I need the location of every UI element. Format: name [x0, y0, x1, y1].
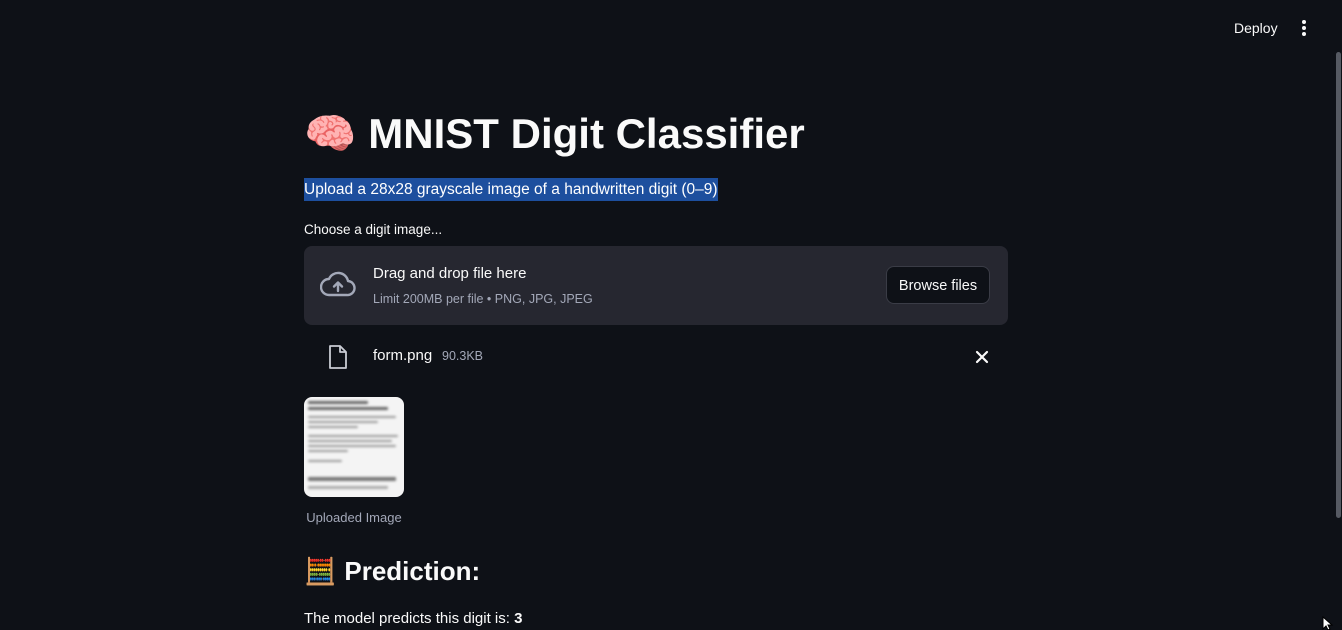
page-title-text: MNIST Digit Classifier: [368, 110, 805, 157]
cloud-upload-icon: [320, 271, 356, 297]
prediction-heading: 🧮 Prediction:: [304, 556, 480, 587]
prediction-heading-text: Prediction:: [344, 556, 481, 586]
uploaded-file-size: 90.3KB: [442, 349, 484, 363]
main-content: 🧠 MNIST Digit Classifier Upload a 28x28 …: [304, 0, 1008, 630]
scrollbar-thumb[interactable]: [1336, 52, 1341, 518]
uploaded-file-row: form.png 90.3KB: [304, 337, 1008, 377]
page-subtitle: Upload a 28x28 grayscale image of a hand…: [304, 178, 718, 201]
dropzone-limit-text: Limit 200MB per file • PNG, JPG, JPEG: [373, 292, 593, 306]
more-vertical-icon: [1302, 20, 1306, 36]
prediction-result-label: The model predicts this digit is:: [304, 610, 515, 627]
brain-emoji: 🧠: [304, 110, 357, 157]
deploy-button[interactable]: Deploy: [1222, 14, 1290, 42]
page-title: 🧠 MNIST Digit Classifier: [304, 108, 805, 160]
close-icon: [975, 350, 989, 364]
abacus-emoji: 🧮: [304, 556, 337, 586]
image-caption: Uploaded Image: [306, 510, 402, 525]
main-menu-button[interactable]: [1290, 14, 1318, 42]
remove-file-button[interactable]: [970, 345, 994, 369]
browse-files-button[interactable]: Browse files: [886, 266, 990, 304]
scrollbar[interactable]: [1334, 0, 1342, 630]
prediction-result: The model predicts this digit is: 3: [304, 610, 522, 627]
file-uploader-label: Choose a digit image...: [304, 222, 443, 237]
predicted-digit: 3: [514, 610, 523, 627]
uploaded-image-thumbnail: [304, 397, 404, 497]
dropzone-title: Drag and drop file here: [373, 265, 527, 282]
file-icon: [329, 345, 347, 369]
file-dropzone[interactable]: Drag and drop file here Limit 200MB per …: [304, 246, 1008, 325]
uploaded-file-name: form.png: [373, 347, 433, 364]
mouse-cursor-icon: [1322, 616, 1334, 630]
